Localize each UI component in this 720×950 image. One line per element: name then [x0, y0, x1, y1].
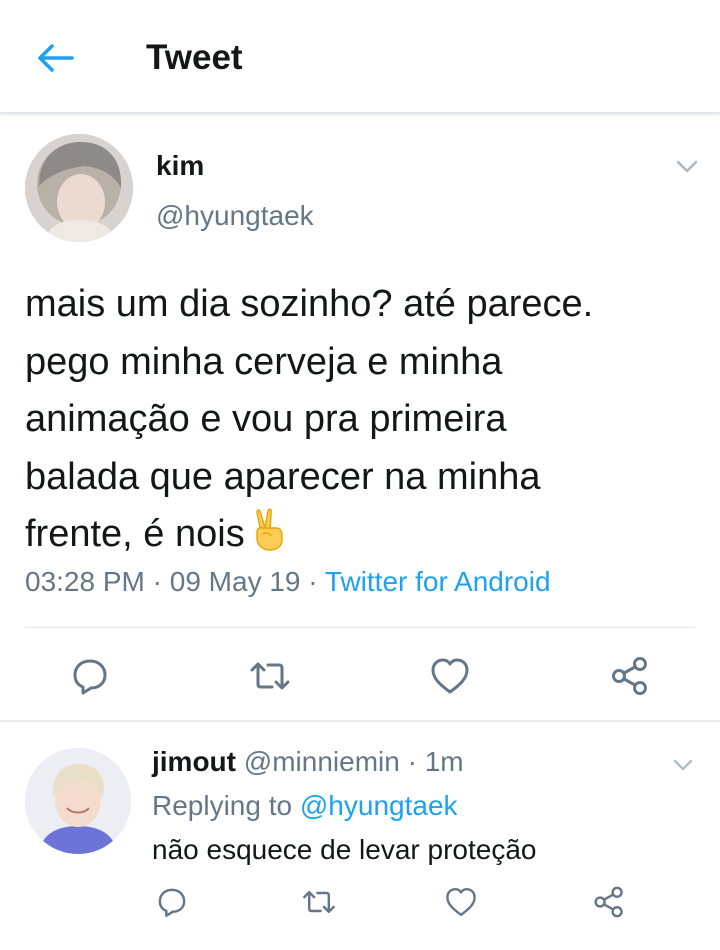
replying-to-label: Replying to	[152, 790, 293, 821]
arrow-left-icon	[38, 44, 74, 72]
tweet-menu-button[interactable]	[670, 152, 704, 182]
retweet-button[interactable]	[299, 882, 339, 922]
tweet-text-line: frente, é nois	[25, 513, 245, 555]
reply-icon	[73, 659, 107, 695]
separator-dot: ·	[152, 566, 162, 597]
tweet-text: mais um dia sozinho? até parece. pego mi…	[25, 276, 695, 570]
avatar[interactable]	[25, 134, 133, 242]
reply-menu-button[interactable]	[668, 752, 698, 778]
like-button[interactable]	[441, 882, 481, 922]
reply-header: jimout @minniemin · 1m	[152, 746, 464, 778]
reply-button[interactable]	[66, 652, 114, 700]
like-icon	[446, 888, 476, 916]
retweet-icon	[303, 890, 335, 914]
reply-icon	[158, 888, 186, 917]
avatar[interactable]	[25, 748, 131, 854]
reply-time: 1m	[424, 746, 464, 777]
avatar-image	[25, 748, 131, 854]
tweet-text-line: animação e vou pra primeira	[25, 398, 507, 440]
victory-hand-icon	[249, 508, 289, 570]
replying-to: Replying to @hyungtaek	[152, 790, 458, 822]
tweet-meta: 03:28 PM · 09 May 19 · Twitter for Andro…	[25, 566, 551, 598]
reply-author-handle[interactable]: @minniemin	[244, 746, 400, 777]
main-tweet: kim @hyungtaek mais um dia sozinho? até …	[0, 116, 720, 722]
like-icon	[431, 658, 469, 694]
tweet-text-line: mais um dia sozinho? até parece.	[25, 283, 594, 325]
reply-button[interactable]	[152, 882, 192, 922]
share-icon	[594, 886, 623, 918]
like-button[interactable]	[426, 652, 474, 700]
chevron-down-icon	[676, 160, 698, 173]
reply-actions	[0, 882, 720, 926]
share-icon	[612, 657, 647, 695]
divider	[25, 627, 695, 628]
separator-dot: ·	[308, 566, 318, 597]
mention-link[interactable]: @hyungtaek	[300, 790, 458, 821]
tweet-time: 03:28 PM	[25, 566, 145, 597]
author-handle[interactable]: @hyungtaek	[156, 200, 314, 232]
tweet-text-line: balada que aparecer na minha	[25, 455, 541, 498]
chevron-down-icon	[673, 759, 693, 771]
share-button[interactable]	[606, 652, 654, 700]
tweet-text-line: pego minha cerveja e minha	[25, 340, 503, 383]
reply-tweet[interactable]: jimout @minniemin · 1m Replying to @hyun…	[0, 724, 720, 950]
author-name[interactable]: kim	[156, 150, 204, 182]
back-button[interactable]	[30, 36, 80, 80]
tweet-actions	[0, 652, 720, 700]
tweet-source-link[interactable]: Twitter for Android	[325, 566, 551, 597]
retweet-button[interactable]	[246, 652, 294, 700]
avatar-image	[25, 134, 133, 242]
reply-text: não esquece de levar proteção	[152, 834, 537, 865]
separator-dot: ·	[407, 746, 417, 777]
tweet-text-line-last: frente, é nois	[25, 506, 695, 570]
reply-author-name[interactable]: jimout	[152, 746, 236, 777]
retweet-icon	[250, 662, 290, 690]
page-title: Tweet	[146, 38, 243, 77]
share-button[interactable]	[589, 882, 629, 922]
tweet-date: 09 May 19	[169, 566, 301, 597]
top-app-bar: Tweet	[0, 0, 720, 114]
